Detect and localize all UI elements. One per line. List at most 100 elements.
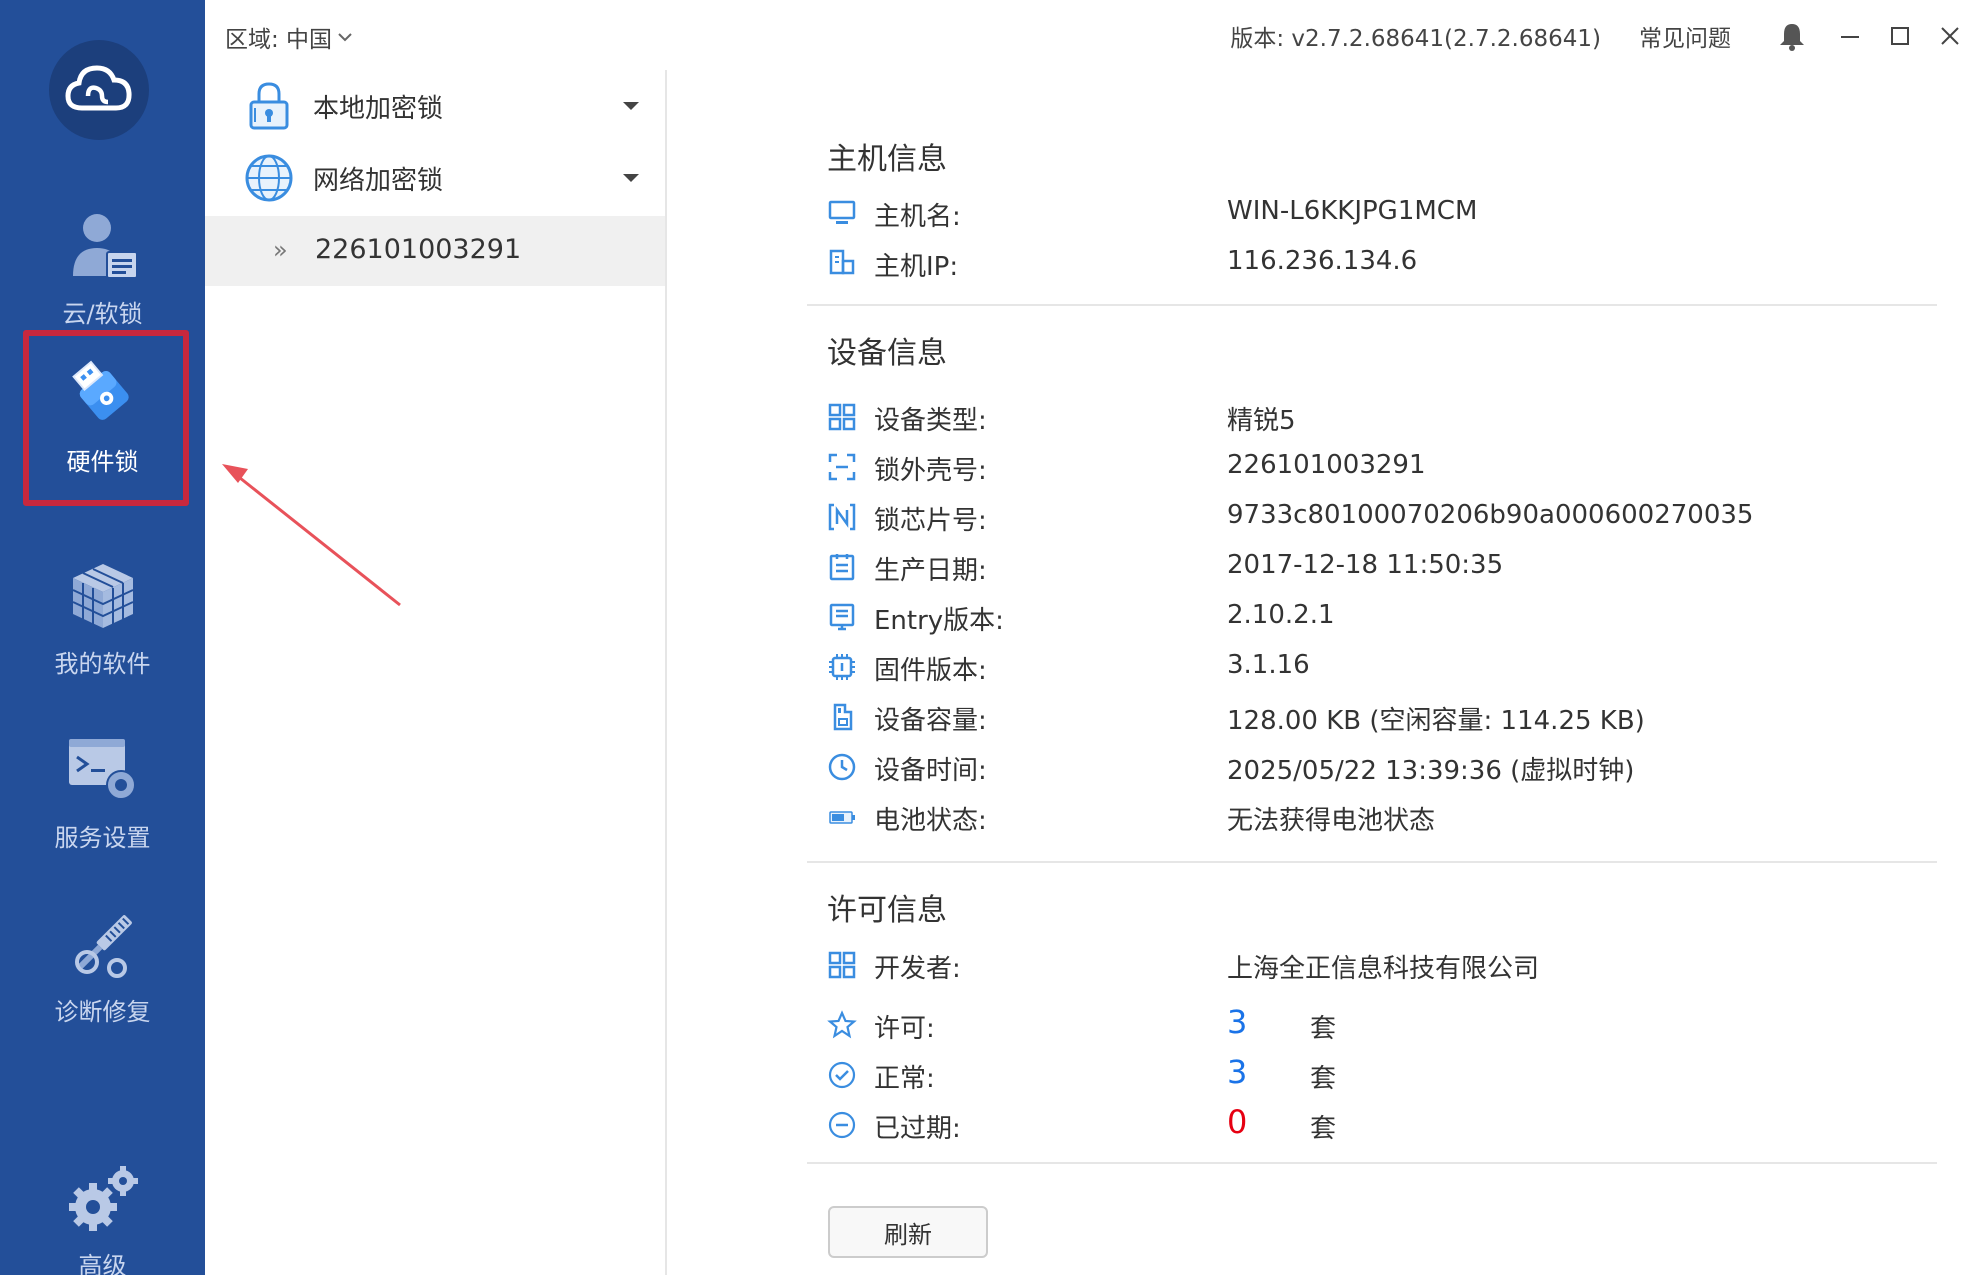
document-icon <box>829 603 855 631</box>
tree-group-local-lock[interactable]: 本地加密锁 <box>205 70 665 142</box>
row-value: 226101003291 <box>1227 450 1426 480</box>
close-button[interactable] <box>1925 14 1975 58</box>
count-unit: 套 <box>1310 1064 1337 1094</box>
row-value: 116.236.134.6 <box>1227 246 1418 276</box>
count-unit: 套 <box>1310 1114 1337 1144</box>
info-row-chip-number: 锁芯片号: 9733c80100070206b90a000600270035 <box>827 496 1927 536</box>
nav-hardware-lock[interactable]: 硬件锁 <box>0 336 205 496</box>
notification-button[interactable] <box>1767 14 1817 58</box>
expired-count-value: 0 <box>1227 1103 1248 1141</box>
minimize-icon <box>1841 36 1859 38</box>
info-row-entry-version: Entry版本: 2.10.2.1 <box>827 596 1927 636</box>
nav-label: 服务设置 <box>54 823 151 852</box>
info-row-shell-number: 锁外壳号: 226101003291 <box>827 446 1927 486</box>
network-icon <box>829 249 855 275</box>
sidebar: 云/软锁 硬件锁 我的软件 服务设置 诊断修复 高级 <box>0 0 205 1275</box>
row-value: 3.1.16 <box>1227 650 1310 680</box>
info-row-firmware-version: 固件版本: 3.1.16 <box>827 646 1927 686</box>
tree-group-network-lock[interactable]: 网络加密锁 <box>205 142 665 214</box>
region-selector[interactable]: 区域: 中国 <box>225 20 354 54</box>
refresh-button[interactable]: 刷新 <box>828 1206 988 1258</box>
clock-icon <box>828 753 856 781</box>
row-label: 锁芯片号: <box>874 506 987 536</box>
nav-cloud-soft-lock[interactable]: 云/软锁 <box>0 188 205 348</box>
maximize-button[interactable] <box>1875 14 1925 58</box>
section-title-host: 主机信息 <box>827 142 947 177</box>
chevron-down-icon <box>338 33 352 42</box>
faq-link[interactable]: 常见问题 <box>1639 19 1731 53</box>
version-label: 版本: v2.7.2.68641(2.7.2.68641) <box>1230 26 1601 52</box>
tree-device-item[interactable]: » 226101003291 <box>205 216 665 286</box>
nav-service-settings[interactable]: 服务设置 <box>0 712 205 872</box>
divider <box>807 304 1937 306</box>
row-value: 上海全正信息科技有限公司 <box>1227 954 1540 984</box>
info-row-battery: 电池状态: 无法获得电池状态 <box>827 796 1927 836</box>
row-label: 设备时间: <box>874 756 987 786</box>
row-label: 生产日期: <box>874 556 987 586</box>
tool-icon <box>74 914 132 978</box>
info-row-device-time: 设备时间: 2025/05/22 13:39:36 (虚拟时钟) <box>827 746 1927 786</box>
row-value: 9733c80100070206b90a000600270035 <box>1227 500 1754 530</box>
nav-advanced[interactable]: 高级 <box>0 1140 205 1275</box>
star-icon <box>827 1010 857 1039</box>
row-label: 正常: <box>874 1064 935 1094</box>
info-row-normal-count: 正常: 3 套 <box>827 1053 1927 1094</box>
minus-circle-icon <box>828 1111 856 1139</box>
row-value: 2.10.2.1 <box>1227 600 1335 630</box>
nav-label: 高级 <box>78 1251 127 1275</box>
cube-icon <box>72 563 133 628</box>
user-doc-icon <box>72 213 138 279</box>
cloud-logo-icon <box>65 65 132 111</box>
section-title-license: 许可信息 <box>827 893 947 928</box>
gears-icon <box>68 1165 138 1231</box>
top-bar: 区域: 中国 版本: v2.7.2.68641(2.7.2.68641) 常见问… <box>205 0 1975 70</box>
nfc-icon <box>828 503 856 531</box>
grid-icon <box>828 403 856 431</box>
minimize-button[interactable] <box>1825 14 1875 58</box>
detail-panel: 主机信息 主机名: WIN-L6KKJPG1MCM 主机IP: 116.236.… <box>667 70 1975 1275</box>
row-label: 已过期: <box>874 1114 961 1144</box>
info-row-hostname: 主机名: WIN-L6KKJPG1MCM <box>827 192 1927 232</box>
region-label: 区域: 中国 <box>225 27 333 53</box>
nav-diagnose-repair[interactable]: 诊断修复 <box>0 886 205 1046</box>
row-value: 2017-12-18 11:50:35 <box>1227 550 1504 580</box>
caret-down-icon[interactable] <box>623 174 639 182</box>
section-title-device: 设备信息 <box>827 336 947 371</box>
row-value: 128.00 KB (空闲容量: 114.25 KB) <box>1227 706 1645 736</box>
close-icon <box>1941 27 1959 45</box>
caret-down-icon[interactable] <box>623 102 639 110</box>
battery-icon <box>829 811 855 824</box>
info-row-device-type: 设备类型: 精锐5 <box>827 396 1927 436</box>
info-row-capacity: 设备容量: 128.00 KB (空闲容量: 114.25 KB) <box>827 696 1927 736</box>
row-value: WIN-L6KKJPG1MCM <box>1227 196 1478 226</box>
info-row-developer: 开发者: 上海全正信息科技有限公司 <box>827 944 1927 984</box>
info-row-expired-count: 已过期: 0 套 <box>827 1103 1927 1144</box>
scan-icon <box>828 453 856 481</box>
nav-label: 云/软锁 <box>62 299 143 328</box>
nav-label: 硬件锁 <box>66 447 139 476</box>
nav-my-software[interactable]: 我的软件 <box>0 538 205 698</box>
row-label: 固件版本: <box>874 656 987 686</box>
row-label: 开发者: <box>874 954 961 984</box>
row-value: 精锐5 <box>1227 406 1296 436</box>
globe-icon <box>245 154 293 202</box>
padlock-icon <box>249 82 289 130</box>
app-logo <box>49 40 149 140</box>
terminal-gear-icon <box>68 738 136 800</box>
normal-count-value: 3 <box>1227 1053 1248 1091</box>
chip-icon <box>829 654 855 680</box>
row-value: 无法获得电池状态 <box>1227 806 1436 836</box>
grid-icon <box>828 951 856 979</box>
tree-group-label: 本地加密锁 <box>313 94 444 124</box>
count-unit: 套 <box>1310 1014 1337 1044</box>
row-label: Entry版本: <box>874 606 1004 636</box>
info-row-host-ip: 主机IP: 116.236.134.6 <box>827 242 1927 282</box>
info-row-production-date: 生产日期: 2017-12-18 11:50:35 <box>827 546 1927 586</box>
row-label: 主机IP: <box>874 252 959 282</box>
divider <box>807 1162 1937 1164</box>
device-serial-label: 226101003291 <box>315 234 522 265</box>
row-label: 电池状态: <box>874 806 987 836</box>
divider <box>807 861 1937 863</box>
license-count-value: 3 <box>1227 1003 1248 1041</box>
check-circle-icon <box>828 1061 856 1089</box>
